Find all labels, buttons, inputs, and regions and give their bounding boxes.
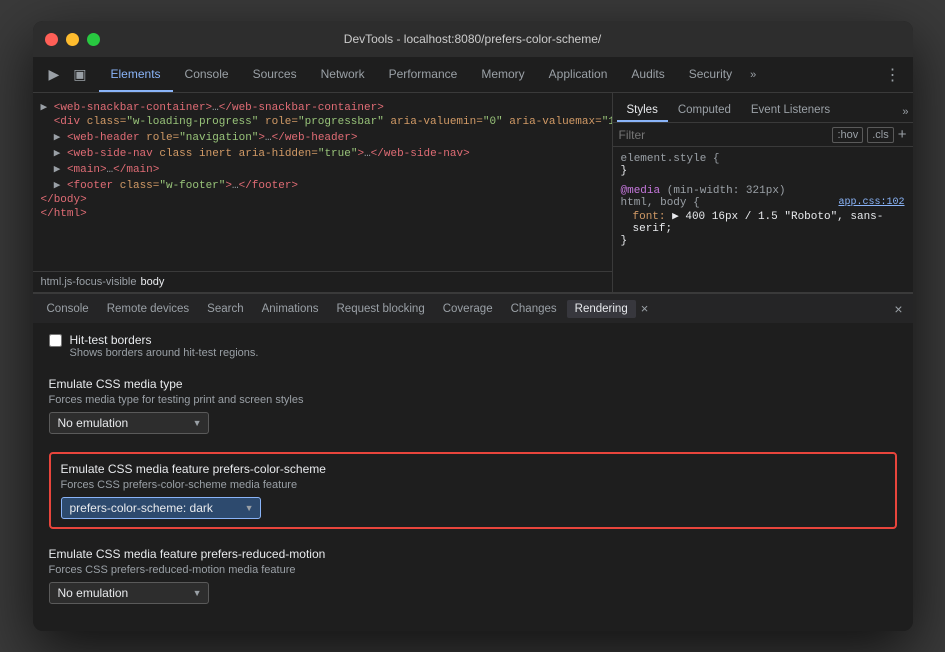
hit-test-label: Hit-test borders — [70, 333, 259, 347]
code-line: ▶ <web-header role="navigation">…</web-h… — [33, 129, 612, 145]
hit-test-desc: Shows borders around hit-test regions. — [70, 347, 259, 359]
tab-event-listeners[interactable]: Event Listeners — [741, 104, 840, 122]
css-media-type-desc: Forces media type for testing print and … — [49, 394, 897, 406]
tab-application[interactable]: Application — [537, 57, 620, 92]
css-media-type-section: Emulate CSS media type Forces media type… — [49, 377, 897, 434]
zoom-button[interactable] — [87, 33, 100, 46]
tab-bottom-animations[interactable]: Animations — [254, 300, 327, 318]
filter-input[interactable] — [619, 128, 829, 142]
prefers-color-scheme-desc: Forces CSS prefers-color-scheme media fe… — [61, 479, 885, 491]
style-block-media: @media (min-width: 321px) html, body { a… — [621, 185, 905, 247]
code-area[interactable]: ▶ <web-snackbar-container>…</web-snackba… — [33, 93, 612, 271]
bottom-sections: Console Remote devices Search Animations… — [33, 293, 913, 631]
close-all-bottom-tabs[interactable]: × — [890, 301, 906, 317]
code-line: </body> — [33, 193, 612, 207]
code-line: <div class="w-loading-progress" role="pr… — [33, 115, 612, 129]
device-icon[interactable]: ▣ — [69, 64, 90, 85]
prefers-color-scheme-select[interactable]: No emulation prefers-color-scheme: light… — [61, 497, 261, 519]
tab-performance[interactable]: Performance — [377, 57, 470, 92]
styles-content: element.style { } @media (min-width: 321… — [613, 147, 913, 292]
code-line: ▶ <footer class="w-footer">…</footer> — [33, 177, 612, 193]
css-media-type-select[interactable]: No emulation print screen — [49, 412, 209, 434]
code-line: ▶ <web-side-nav class inert aria-hidden=… — [33, 145, 612, 161]
tab-elements[interactable]: Elements — [99, 57, 173, 92]
prefers-reduced-motion-select[interactable]: No emulation prefers-reduced-motion: red… — [49, 582, 209, 604]
devtools-window: DevTools - localhost:8080/prefers-color-… — [33, 21, 913, 631]
dom-panel: ▶ <web-snackbar-container>…</web-snackba… — [33, 93, 613, 292]
tab-bottom-changes[interactable]: Changes — [503, 300, 565, 318]
bottom-tab-bar: Console Remote devices Search Animations… — [33, 293, 913, 323]
close-button[interactable] — [45, 33, 58, 46]
devtools-menu-button[interactable]: ⋮ — [877, 65, 909, 85]
prefers-reduced-motion-desc: Forces CSS prefers-reduced-motion media … — [49, 564, 897, 576]
tab-bottom-rendering[interactable]: Rendering — [567, 300, 636, 318]
tab-network[interactable]: Network — [309, 57, 377, 92]
tab-sources[interactable]: Sources — [241, 57, 309, 92]
cls-button[interactable]: .cls — [867, 127, 894, 143]
hit-test-checkbox[interactable] — [49, 334, 62, 347]
styles-more-tabs[interactable]: » — [902, 106, 908, 122]
top-panels: ▶ <web-snackbar-container>…</web-snackba… — [33, 93, 913, 293]
hit-test-checkbox-row: Hit-test borders Shows borders around hi… — [49, 333, 897, 359]
breadcrumb: html.js-focus-visible body — [33, 271, 612, 292]
styles-panel: Styles Computed Event Listeners » :hov .… — [613, 93, 913, 292]
panels-container: ▶ <web-snackbar-container>…</web-snackba… — [33, 93, 913, 631]
code-line: </html> — [33, 207, 612, 221]
tab-bottom-console[interactable]: Console — [39, 300, 97, 318]
tab-computed[interactable]: Computed — [668, 104, 741, 122]
devtools-tab-bar: ▶ ▣ Elements Console Sources Network Per… — [33, 57, 913, 93]
tab-bottom-search[interactable]: Search — [199, 300, 251, 318]
tab-security[interactable]: Security — [677, 57, 744, 92]
tab-icon-group: ▶ ▣ — [37, 64, 99, 85]
tab-memory[interactable]: Memory — [469, 57, 536, 92]
css-media-type-label: Emulate CSS media type — [49, 377, 897, 391]
prefers-reduced-motion-section: Emulate CSS media feature prefers-reduce… — [49, 547, 897, 604]
minimize-button[interactable] — [66, 33, 79, 46]
code-line: ▶ <main>…</main> — [33, 161, 612, 177]
more-tabs-button[interactable]: » — [744, 69, 762, 81]
css-media-type-select-wrapper: No emulation print screen — [49, 412, 209, 434]
hit-test-section: Hit-test borders Shows borders around hi… — [49, 333, 897, 359]
breadcrumb-item-html[interactable]: html.js-focus-visible — [41, 276, 137, 288]
window-title: DevTools - localhost:8080/prefers-color-… — [344, 32, 601, 46]
prefers-color-scheme-section: Emulate CSS media feature prefers-color-… — [49, 452, 897, 529]
hov-button[interactable]: :hov — [832, 127, 863, 143]
tab-bottom-coverage[interactable]: Coverage — [435, 300, 501, 318]
tab-bottom-remote-devices[interactable]: Remote devices — [99, 300, 197, 318]
styles-tab-bar: Styles Computed Event Listeners » — [613, 93, 913, 123]
add-style-button[interactable]: + — [898, 126, 907, 143]
tab-bottom-request-blocking[interactable]: Request blocking — [329, 300, 433, 318]
tab-styles[interactable]: Styles — [617, 104, 668, 122]
titlebar: DevTools - localhost:8080/prefers-color-… — [33, 21, 913, 57]
rendering-tab-close[interactable]: × — [638, 301, 652, 316]
code-line: ▶ <web-snackbar-container>…</web-snackba… — [33, 99, 612, 115]
tab-audits[interactable]: Audits — [619, 57, 676, 92]
prefers-color-scheme-select-wrapper: No emulation prefers-color-scheme: light… — [61, 497, 261, 519]
tab-console[interactable]: Console — [173, 57, 241, 92]
inspect-icon[interactable]: ▶ — [45, 64, 64, 85]
prefers-color-scheme-label: Emulate CSS media feature prefers-color-… — [61, 462, 885, 476]
breadcrumb-item-body[interactable]: body — [140, 276, 164, 288]
prefers-reduced-motion-label: Emulate CSS media feature prefers-reduce… — [49, 547, 897, 561]
prefers-reduced-motion-select-wrapper: No emulation prefers-reduced-motion: red… — [49, 582, 209, 604]
rendering-panel: Hit-test borders Shows borders around hi… — [33, 323, 913, 631]
filter-row: :hov .cls + — [613, 123, 913, 147]
style-block-element: element.style { } — [621, 153, 905, 177]
traffic-lights — [45, 33, 100, 46]
style-source-link[interactable]: app.css:102 — [838, 197, 904, 208]
